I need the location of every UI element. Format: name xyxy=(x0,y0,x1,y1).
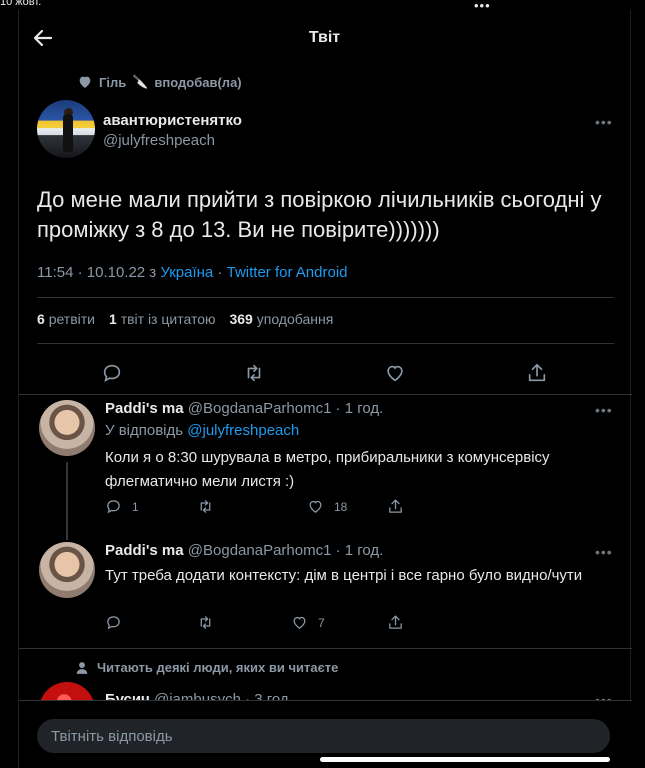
more-options-icon[interactable]: ••• xyxy=(595,544,613,560)
like-icon xyxy=(293,616,306,629)
share-icon xyxy=(389,615,402,629)
share-button[interactable] xyxy=(387,498,404,515)
reply-button[interactable] xyxy=(105,614,132,631)
divider xyxy=(19,648,632,649)
quotes-stat[interactable]: 1 твіт із цитатою xyxy=(109,311,215,327)
retweet-icon xyxy=(200,500,211,513)
retweet-icon xyxy=(200,616,211,629)
tweet-time: 11:54 · 10.10.22 з xyxy=(37,264,161,281)
reply-compose-input[interactable] xyxy=(37,719,610,753)
reply-handle: @BogdanaParhomc1 · 1 год. xyxy=(187,400,384,417)
person-icon xyxy=(76,661,88,674)
share-button[interactable] xyxy=(387,614,404,631)
tweet-location[interactable]: Україна xyxy=(160,264,213,281)
knife-emoji-icon: 🔪 xyxy=(132,74,149,89)
share-icon[interactable] xyxy=(526,362,548,384)
social-context-label: Читають деякі люди, яких ви читаєте xyxy=(97,660,339,675)
retweet-button[interactable] xyxy=(197,614,224,631)
avatar[interactable] xyxy=(39,542,95,598)
divider xyxy=(37,297,614,298)
tweet-meta: 11:54 · 10.10.22 з Україна · Twitter for… xyxy=(37,264,348,281)
more-options-icon[interactable]: ••• xyxy=(595,402,613,418)
header: Твіт xyxy=(19,10,630,68)
reply-author[interactable]: Paddi's ma @BogdanaParhomc1 · 1 год. xyxy=(105,542,383,559)
like-button[interactable]: 7 xyxy=(291,614,325,631)
retweet-icon[interactable] xyxy=(243,362,265,384)
heart-filled-icon xyxy=(79,76,91,88)
reply-to-handle[interactable]: @julyfreshpeach xyxy=(187,422,299,439)
reply-icon[interactable] xyxy=(101,362,123,384)
status-time: 10 жовт. xyxy=(0,0,42,8)
author-handle[interactable]: @julyfreshpeach xyxy=(103,132,215,149)
likes-stat[interactable]: 369 уподобання xyxy=(229,311,333,327)
like-icon[interactable] xyxy=(384,362,406,384)
social-context: Гіль 🔪 вподобав(ла) xyxy=(77,74,242,90)
social-context: Читають деякі люди, яких ви читаєте xyxy=(75,660,338,675)
social-context-user[interactable]: Гіль xyxy=(99,75,126,90)
retweet-button[interactable] xyxy=(197,498,224,515)
reply-handle: @BogdanaParhomc1 · 1 год. xyxy=(187,542,384,559)
divider xyxy=(19,394,632,395)
avatar-figure xyxy=(63,114,73,152)
like-button[interactable]: 18 xyxy=(307,498,347,515)
tweet-screen: Твіт Гіль 🔪 вподобав(ла) авантюристенятк… xyxy=(18,10,632,768)
reply-text: Коли я о 8:30 шурувала в метро, прибирал… xyxy=(105,449,550,490)
tweet-client[interactable]: Twitter for Android xyxy=(227,264,348,281)
tweet-action-bar xyxy=(19,352,632,394)
avatar[interactable] xyxy=(39,400,95,456)
reply-author[interactable]: Paddi's ma @BogdanaParhomc1 · 1 год. xyxy=(105,400,383,417)
reply-icon xyxy=(107,616,120,630)
retweets-stat[interactable]: 6 ретвіти xyxy=(37,311,95,327)
thread-line xyxy=(66,462,68,540)
tweet-text: До мене мали прийти з повіркою лічильник… xyxy=(37,187,602,242)
tweet-stats: 6 ретвіти 1 твіт із цитатою 369 уподобан… xyxy=(37,311,333,327)
like-icon xyxy=(309,500,322,513)
reply-button[interactable]: 1 xyxy=(105,498,139,515)
more-options-icon[interactable]: ••• xyxy=(595,114,613,130)
home-indicator[interactable] xyxy=(320,757,610,762)
divider xyxy=(37,343,614,344)
avatar[interactable] xyxy=(37,100,95,158)
social-context-action: вподобав(ла) xyxy=(154,74,242,90)
reply-icon xyxy=(107,500,120,514)
author-name[interactable]: авантюристенятко xyxy=(103,112,242,129)
share-icon xyxy=(389,499,402,513)
meta-separator: · xyxy=(213,264,227,281)
reply-to: У відповідь @julyfreshpeach xyxy=(105,422,300,439)
reply-text: Тут треба додати контексту: дім в центрі… xyxy=(105,567,583,584)
page-title: Твіт xyxy=(308,29,341,46)
